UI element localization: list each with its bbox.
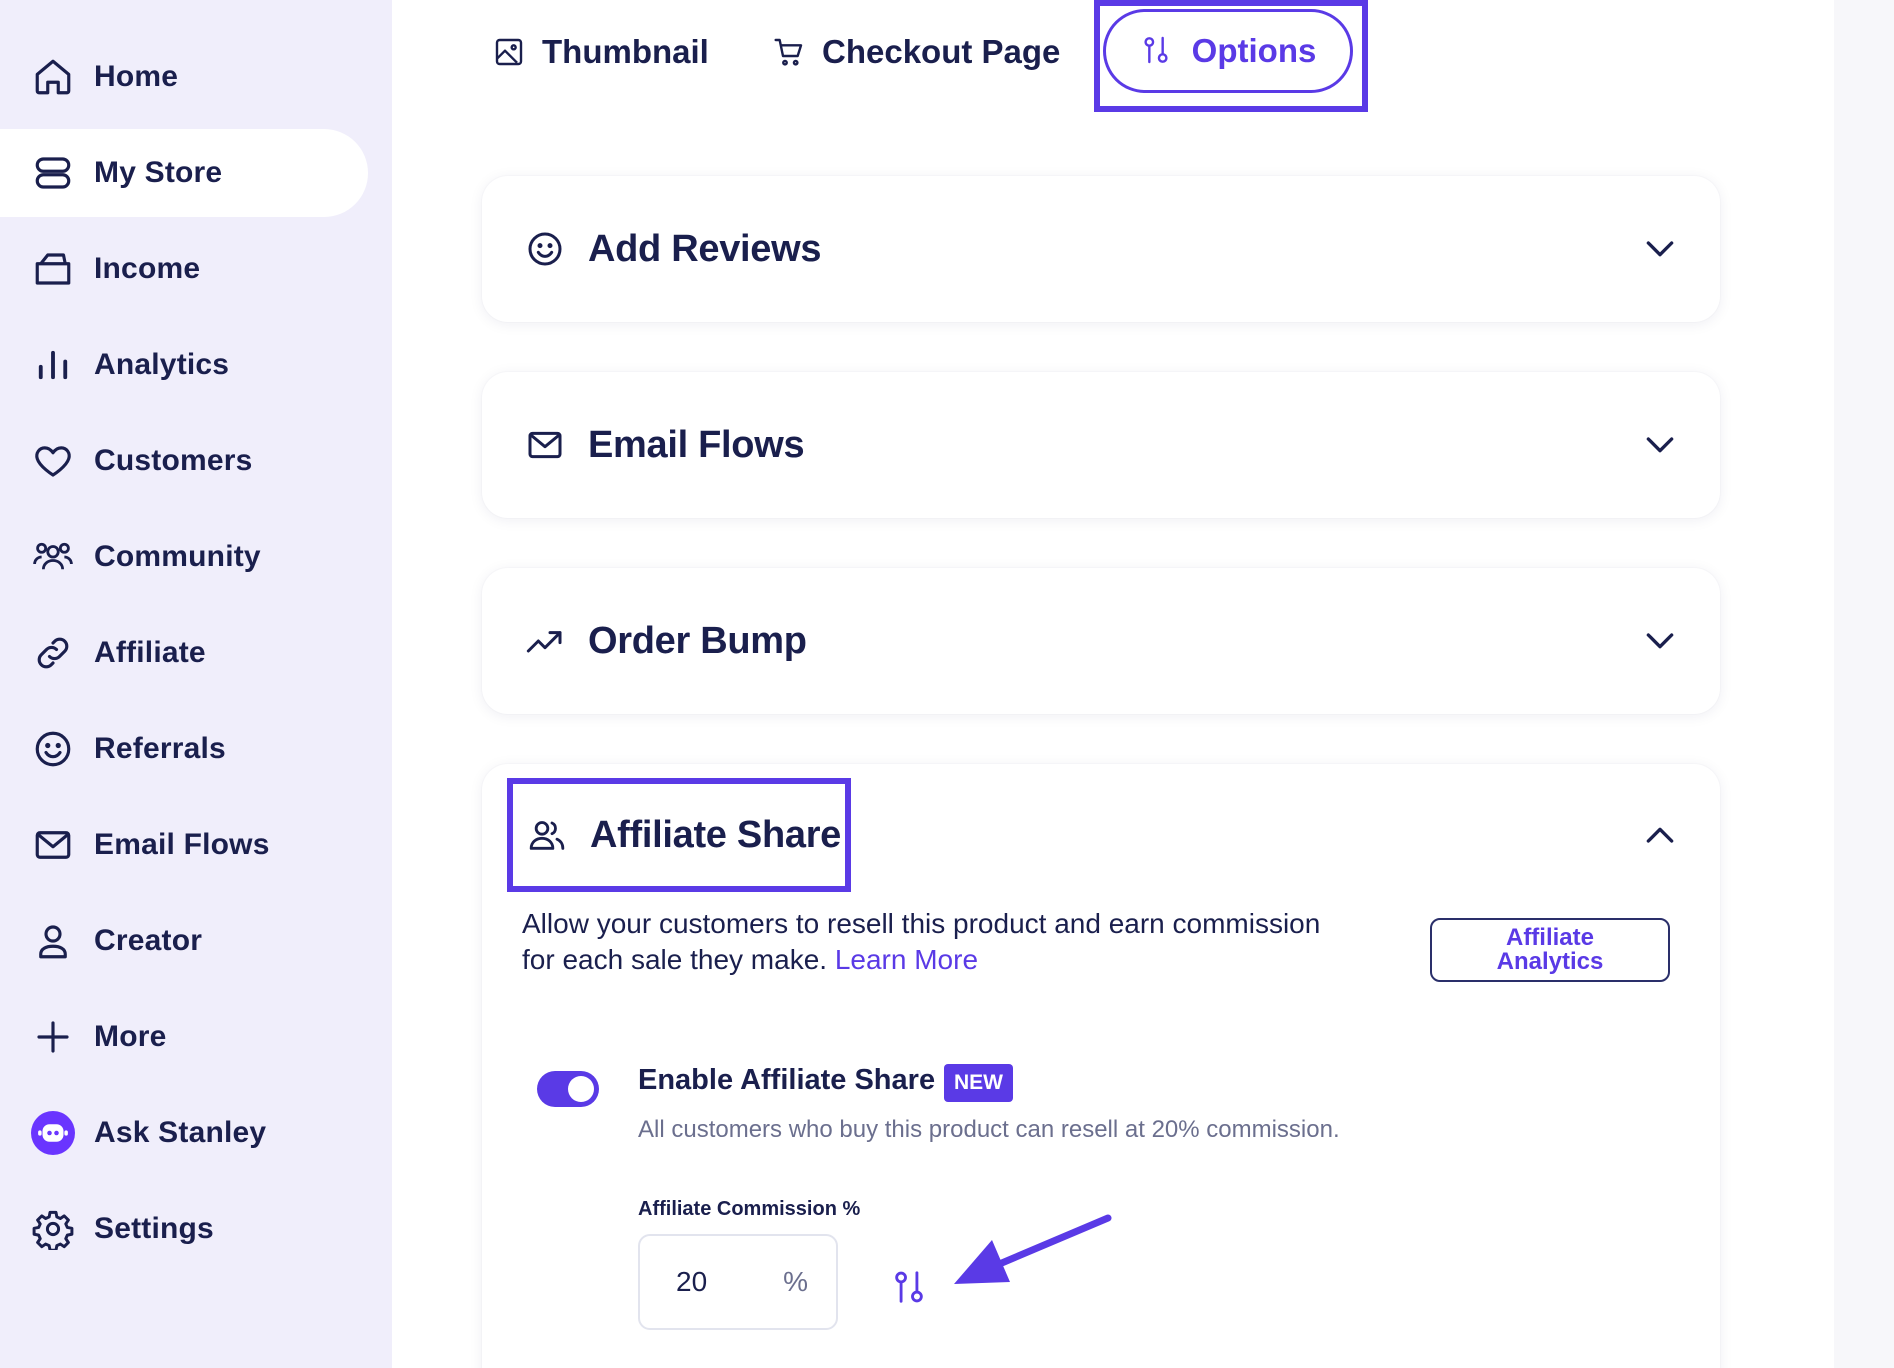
- users-icon: [526, 814, 568, 856]
- tab-label: Checkout Page: [822, 33, 1061, 70]
- smile-icon: [30, 726, 76, 772]
- sidebar-item-affiliate[interactable]: Affiliate: [0, 609, 368, 697]
- section-header: Email Flows: [524, 372, 805, 518]
- sidebar-item-customers[interactable]: Customers: [0, 417, 368, 505]
- plus-icon: [30, 1014, 76, 1060]
- sidebar-item-my-store[interactable]: My Store: [0, 129, 368, 217]
- image-icon: [492, 35, 526, 69]
- learn-more-link[interactable]: Learn More: [835, 944, 978, 975]
- sidebar-item-label: Home: [94, 60, 179, 93]
- sliders-icon: [1140, 34, 1174, 68]
- sidebar-item-label: Settings: [94, 1212, 214, 1245]
- sidebar-item-home[interactable]: Home: [0, 33, 368, 121]
- smile-icon: [524, 228, 566, 270]
- enable-affiliate-share-toggle[interactable]: [537, 1071, 599, 1107]
- sidebar-item-email-flows[interactable]: Email Flows: [0, 801, 368, 889]
- sidebar-item-ask-stanley[interactable]: Ask Stanley: [0, 1089, 368, 1177]
- section-add-reviews[interactable]: Add Reviews: [482, 176, 1720, 322]
- analytics-icon: [30, 342, 76, 388]
- stanley-avatar-icon: [30, 1110, 76, 1156]
- sidebar-item-label: My Store: [94, 156, 223, 189]
- tab-label: Thumbnail: [542, 33, 709, 70]
- new-badge: NEW: [944, 1064, 1013, 1102]
- sidebar-item-label: Customers: [94, 444, 253, 477]
- user-icon: [30, 918, 76, 964]
- sidebar-item-creator[interactable]: Creator: [0, 897, 368, 985]
- community-icon: [30, 534, 76, 580]
- tab-checkout-page[interactable]: Checkout Page: [772, 14, 1060, 90]
- sidebar-item-settings[interactable]: Settings: [0, 1185, 368, 1273]
- wallet-icon: [30, 246, 76, 292]
- chevron-down-icon[interactable]: [1640, 620, 1680, 660]
- section-header[interactable]: Affiliate Share: [526, 785, 841, 885]
- mail-icon: [30, 822, 76, 868]
- chevron-down-icon[interactable]: [1640, 228, 1680, 268]
- section-title: Affiliate Share: [590, 813, 842, 856]
- sidebar-item-label: Income: [94, 252, 201, 285]
- chevron-down-icon[interactable]: [1640, 424, 1680, 464]
- sidebar: Home My Store Income Analytics Customers…: [0, 0, 392, 1368]
- sidebar-item-label: Ask Stanley: [94, 1116, 267, 1149]
- sidebar-item-label: Email Flows: [94, 828, 270, 861]
- sidebar-item-referrals[interactable]: Referrals: [0, 705, 368, 793]
- sidebar-item-community[interactable]: Community: [0, 513, 368, 601]
- tab-thumbnail[interactable]: Thumbnail: [492, 14, 709, 90]
- scroll-gutter: [1834, 0, 1894, 1368]
- section-title: Order Bump: [588, 619, 807, 662]
- home-icon: [30, 54, 76, 100]
- sidebar-item-label: Referrals: [94, 732, 226, 765]
- gear-icon: [30, 1206, 76, 1252]
- section-title: Add Reviews: [588, 227, 822, 270]
- store-icon: [30, 150, 76, 196]
- tab-label: Options: [1191, 32, 1317, 69]
- section-order-bump[interactable]: Order Bump: [482, 568, 1720, 714]
- section-header: Order Bump: [524, 568, 807, 714]
- section-header: Add Reviews: [524, 176, 822, 322]
- heart-icon: [30, 438, 76, 484]
- sidebar-item-label: Community: [94, 540, 261, 573]
- toggle-knob: [568, 1076, 594, 1102]
- enable-affiliate-share-label: Enable Affiliate Share: [638, 1064, 936, 1096]
- affiliate-commission-label: Affiliate Commission %: [638, 1198, 861, 1220]
- sidebar-item-label: Analytics: [94, 348, 230, 381]
- affiliate-description: Allow your customers to resell this prod…: [522, 906, 1342, 978]
- section-title: Email Flows: [588, 423, 805, 466]
- link-icon: [30, 630, 76, 676]
- sidebar-item-income[interactable]: Income: [0, 225, 368, 313]
- affiliate-commission-field[interactable]: %: [638, 1234, 838, 1330]
- sidebar-item-analytics[interactable]: Analytics: [0, 321, 368, 409]
- sidebar-item-label: More: [94, 1020, 167, 1053]
- percent-suffix: %: [783, 1266, 808, 1297]
- mail-icon: [524, 424, 566, 466]
- chevron-up-icon[interactable]: [1640, 816, 1680, 856]
- tab-options[interactable]: Options: [1103, 9, 1353, 93]
- sidebar-item-label: Creator: [94, 924, 203, 957]
- sidebar-item-more[interactable]: More: [0, 993, 368, 1081]
- cart-icon: [772, 35, 806, 69]
- affiliate-commission-input[interactable]: [676, 1266, 756, 1298]
- section-email-flows[interactable]: Email Flows: [482, 372, 1720, 518]
- annotation-arrow-icon: [954, 1214, 1112, 1284]
- sidebar-item-label: Affiliate: [94, 636, 206, 669]
- trending-up-icon: [524, 620, 566, 662]
- sliders-icon[interactable]: [890, 1268, 928, 1306]
- affiliate-analytics-button[interactable]: Affiliate Analytics: [1430, 918, 1670, 982]
- enable-affiliate-share-help: All customers who buy this product can r…: [638, 1116, 1340, 1143]
